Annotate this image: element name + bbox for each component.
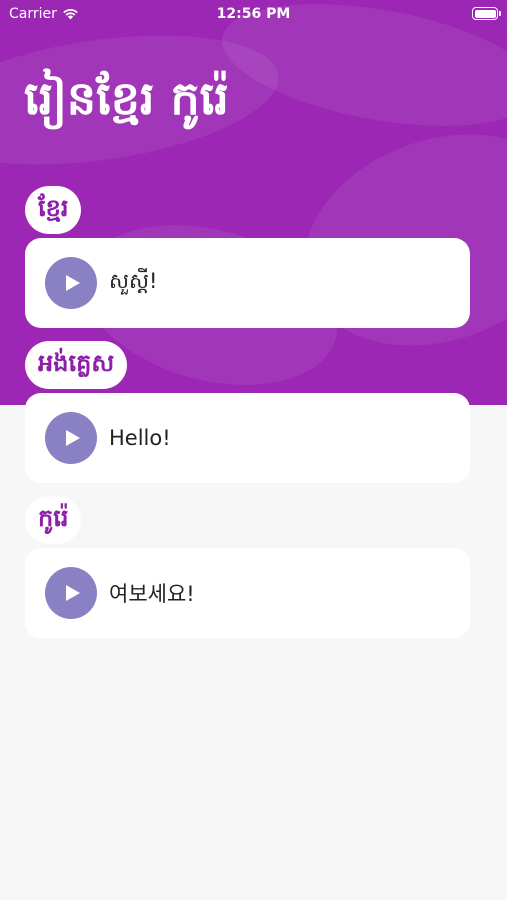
clock: 12:56 PM — [216, 6, 291, 22]
play-button[interactable] — [45, 257, 97, 309]
phrase-text: សួស្តី! — [109, 268, 158, 293]
play-icon — [66, 275, 80, 291]
battery-icon — [472, 7, 501, 20]
status-bar: Carrier 12:56 PM — [0, 0, 507, 28]
language-label-english: អង់គ្លេស — [25, 341, 128, 389]
phrase-text: Hello! — [109, 426, 171, 450]
phrase-card-khmer: សួស្តី! — [25, 238, 470, 328]
page-title: រៀនខ្មែរ កូរ៉េ — [24, 71, 229, 125]
language-label-khmer: ខ្មែរ — [25, 186, 82, 234]
play-button[interactable] — [45, 567, 97, 619]
phrase-card-english: Hello! — [25, 393, 470, 483]
play-icon — [66, 430, 80, 446]
phrase-card-korean: 여보세요! — [25, 548, 470, 638]
phrase-text: 여보세요! — [109, 582, 195, 606]
play-button[interactable] — [45, 412, 97, 464]
language-label-korean: កូរ៉េ — [25, 496, 82, 544]
play-icon — [66, 585, 80, 601]
